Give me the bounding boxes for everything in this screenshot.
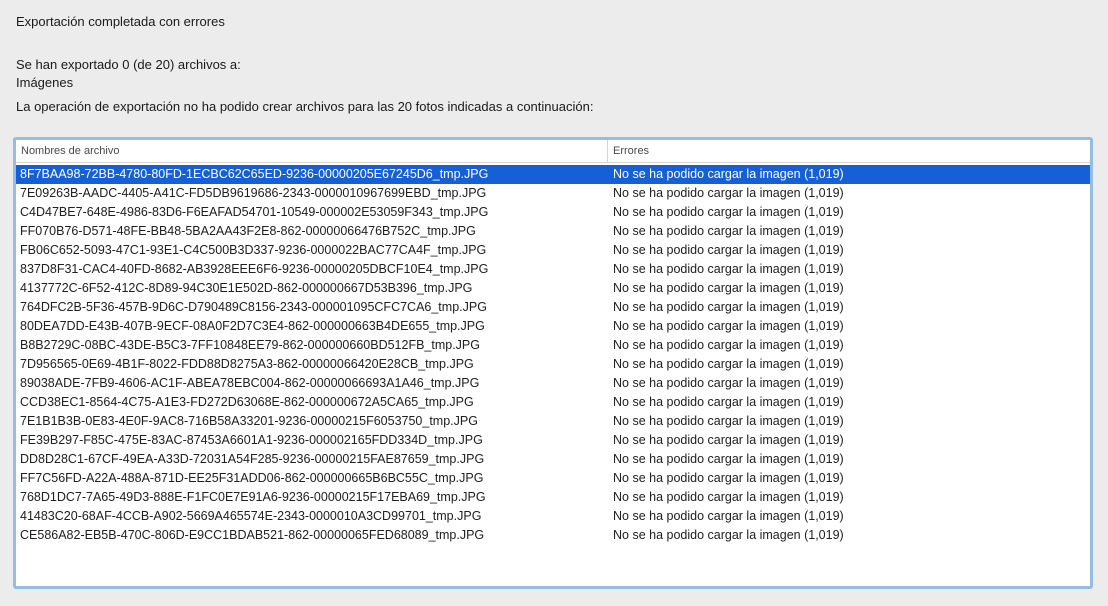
filename-cell: CCD38EC1-8564-4C75-A1E3-FD272D63068E-862… (20, 395, 474, 409)
table-header: Nombres de archivo Errores (16, 140, 1090, 163)
error-explanation: La operación de exportación no ha podido… (16, 99, 594, 114)
dialog-title: Exportación completada con errores (16, 14, 225, 29)
export-destination: Imágenes (16, 75, 74, 90)
error-cell: No se ha podido cargar la imagen (1,019) (613, 281, 844, 295)
error-cell: No se ha podido cargar la imagen (1,019) (613, 300, 844, 314)
error-cell: No se ha podido cargar la imagen (1,019) (613, 262, 844, 276)
table-row[interactable]: FF070B76-D571-48FE-BB48-5BA2AA43F2E8-862… (16, 222, 1090, 241)
column-header-filenames[interactable]: Nombres de archivo (16, 140, 608, 162)
error-cell: No se ha podido cargar la imagen (1,019) (613, 395, 844, 409)
filename-cell: 4137772C-6F52-412C-8D89-94C30E1E502D-862… (20, 281, 473, 295)
filename-cell: DD8D28C1-67CF-49EA-A33D-72031A54F285-923… (20, 452, 485, 466)
filename-cell: CE586A82-EB5B-470C-806D-E9CC1BDAB521-862… (20, 528, 485, 542)
table-row[interactable]: 8F7BAA98-72BB-4780-80FD-1ECBC62C65ED-923… (16, 165, 1090, 184)
filename-cell: 89038ADE-7FB9-4606-AC1F-ABEA78EBC004-862… (20, 376, 480, 390)
error-cell: No se ha podido cargar la imagen (1,019) (613, 319, 844, 333)
filename-cell: 768D1DC7-7A65-49D3-888E-F1FC0E7E91A6-923… (20, 490, 486, 504)
error-cell: No se ha podido cargar la imagen (1,019) (613, 186, 844, 200)
filename-cell: 7D956565-0E69-4B1F-8022-FDD88D8275A3-862… (20, 357, 474, 371)
table-row[interactable]: 7E09263B-AADC-4405-A41C-FD5DB9619686-234… (16, 184, 1090, 203)
filename-cell: 7E09263B-AADC-4405-A41C-FD5DB9619686-234… (20, 186, 487, 200)
error-cell: No se ha podido cargar la imagen (1,019) (613, 452, 844, 466)
table-row[interactable]: B8B2729C-08BC-43DE-B5C3-7FF10848EE79-862… (16, 336, 1090, 355)
table-body: 8F7BAA98-72BB-4780-80FD-1ECBC62C65ED-923… (16, 163, 1090, 545)
error-cell: No se ha podido cargar la imagen (1,019) (613, 490, 844, 504)
table-row[interactable]: 764DFC2B-5F36-457B-9D6C-D790489C8156-234… (16, 298, 1090, 317)
error-cell: No se ha podido cargar la imagen (1,019) (613, 357, 844, 371)
table-row[interactable]: FF7C56FD-A22A-488A-871D-EE25F31ADD06-862… (16, 469, 1090, 488)
error-cell: No se ha podido cargar la imagen (1,019) (613, 224, 844, 238)
filename-cell: 8F7BAA98-72BB-4780-80FD-1ECBC62C65ED-923… (20, 167, 489, 181)
table-row[interactable]: 837D8F31-CAC4-40FD-8682-AB3928EEE6F6-923… (16, 260, 1090, 279)
table-row[interactable]: 7E1B1B3B-0E83-4E0F-9AC8-716B58A33201-923… (16, 412, 1090, 431)
filename-cell: 7E1B1B3B-0E83-4E0F-9AC8-716B58A33201-923… (20, 414, 478, 428)
filename-cell: 80DEA7DD-E43B-407B-9ECF-08A0F2D7C3E4-862… (20, 319, 485, 333)
filename-cell: FF070B76-D571-48FE-BB48-5BA2AA43F2E8-862… (20, 224, 476, 238)
table-row[interactable]: C4D47BE7-648E-4986-83D6-F6EAFAD54701-105… (16, 203, 1090, 222)
error-cell: No se ha podido cargar la imagen (1,019) (613, 338, 844, 352)
filename-cell: 41483C20-68AF-4CCB-A902-5669A465574E-234… (20, 509, 482, 523)
filename-cell: FE39B297-F85C-475E-83AC-87453A6601A1-923… (20, 433, 483, 447)
table-row[interactable]: 4137772C-6F52-412C-8D89-94C30E1E502D-862… (16, 279, 1090, 298)
column-header-errors[interactable]: Errores (608, 140, 1090, 162)
error-cell: No se ha podido cargar la imagen (1,019) (613, 414, 844, 428)
table-row[interactable]: 768D1DC7-7A65-49D3-888E-F1FC0E7E91A6-923… (16, 488, 1090, 507)
table-row[interactable]: FB06C652-5093-47C1-93E1-C4C500B3D337-923… (16, 241, 1090, 260)
table-row[interactable]: CCD38EC1-8564-4C75-A1E3-FD272D63068E-862… (16, 393, 1090, 412)
table-row[interactable]: CE586A82-EB5B-470C-806D-E9CC1BDAB521-862… (16, 526, 1090, 545)
error-cell: No se ha podido cargar la imagen (1,019) (613, 243, 844, 257)
filename-cell: FB06C652-5093-47C1-93E1-C4C500B3D337-923… (20, 243, 487, 257)
error-cell: No se ha podido cargar la imagen (1,019) (613, 471, 844, 485)
filename-cell: FF7C56FD-A22A-488A-871D-EE25F31ADD06-862… (20, 471, 484, 485)
error-cell: No se ha podido cargar la imagen (1,019) (613, 433, 844, 447)
failed-files-table[interactable]: Nombres de archivo Errores 8F7BAA98-72BB… (13, 137, 1093, 589)
filename-cell: B8B2729C-08BC-43DE-B5C3-7FF10848EE79-862… (20, 338, 480, 352)
error-cell: No se ha podido cargar la imagen (1,019) (613, 205, 844, 219)
filename-cell: C4D47BE7-648E-4986-83D6-F6EAFAD54701-105… (20, 205, 489, 219)
table-row[interactable]: 41483C20-68AF-4CCB-A902-5669A465574E-234… (16, 507, 1090, 526)
export-errors-dialog: Exportación completada con errores Se ha… (0, 0, 1108, 606)
error-cell: No se ha podido cargar la imagen (1,019) (613, 376, 844, 390)
error-cell: No se ha podido cargar la imagen (1,019) (613, 167, 844, 181)
table-row[interactable]: 7D956565-0E69-4B1F-8022-FDD88D8275A3-862… (16, 355, 1090, 374)
table-row[interactable]: FE39B297-F85C-475E-83AC-87453A6601A1-923… (16, 431, 1090, 450)
error-cell: No se ha podido cargar la imagen (1,019) (613, 528, 844, 542)
filename-cell: 837D8F31-CAC4-40FD-8682-AB3928EEE6F6-923… (20, 262, 489, 276)
filename-cell: 764DFC2B-5F36-457B-9D6C-D790489C8156-234… (20, 300, 487, 314)
table-row[interactable]: DD8D28C1-67CF-49EA-A33D-72031A54F285-923… (16, 450, 1090, 469)
table-row[interactable]: 80DEA7DD-E43B-407B-9ECF-08A0F2D7C3E4-862… (16, 317, 1090, 336)
error-cell: No se ha podido cargar la imagen (1,019) (613, 509, 844, 523)
export-summary: Se han exportado 0 (de 20) archivos a: (16, 57, 241, 72)
table-row[interactable]: 89038ADE-7FB9-4606-AC1F-ABEA78EBC004-862… (16, 374, 1090, 393)
